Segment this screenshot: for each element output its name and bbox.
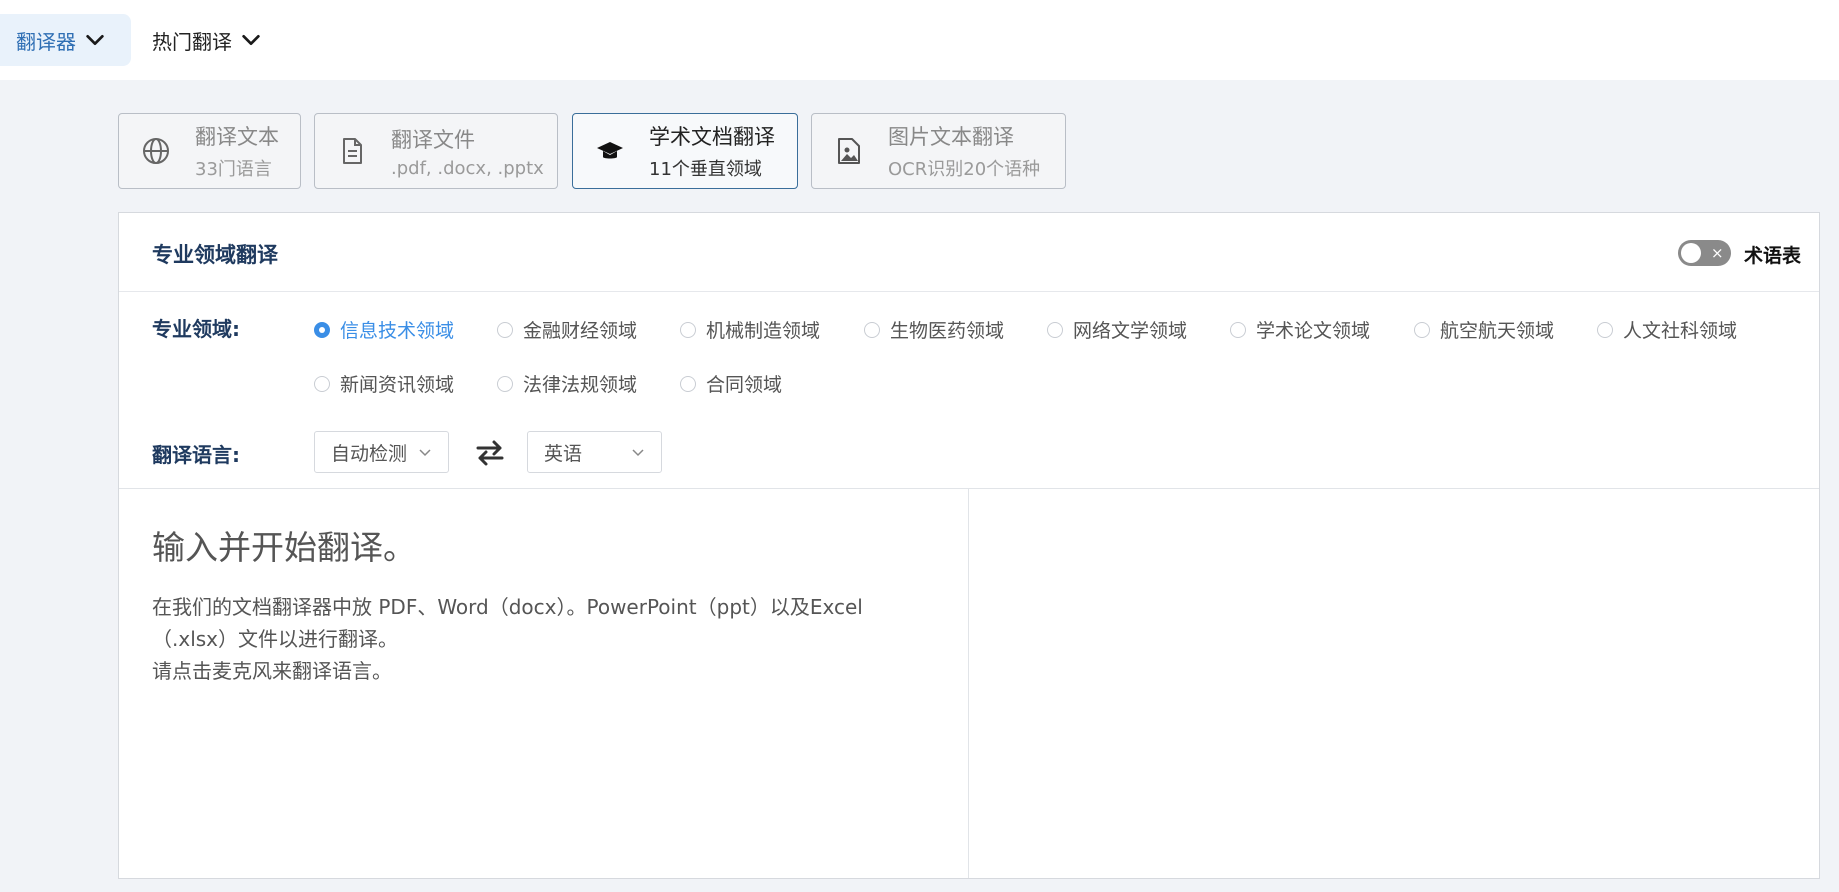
- radio-indicator: [1414, 321, 1430, 338]
- nav-translator-label: 翻译器: [16, 29, 76, 54]
- chevron-down-icon: [242, 34, 260, 46]
- radio-label: 金融财经领域: [523, 320, 638, 342]
- radio-indicator: [497, 375, 513, 392]
- nav-hot-dropdown[interactable]: 热门翻译: [152, 14, 262, 66]
- domain-radio-web-literature[interactable]: 网络文学领域: [1047, 316, 1187, 343]
- domain-radio-humanities[interactable]: 人文社科领域: [1597, 316, 1737, 343]
- tab-title: 图片文本翻译: [888, 125, 1014, 149]
- radio-indicator: [1597, 321, 1613, 338]
- radio-indicator: [1047, 321, 1063, 338]
- radio-label: 新闻资讯领域: [340, 374, 455, 396]
- panel-header: 专业领域翻译 × 术语表: [119, 213, 1819, 292]
- radio-indicator: [314, 375, 330, 392]
- target-language-select[interactable]: 英语: [527, 431, 662, 473]
- domain-radio-academic[interactable]: 学术论文领域: [1230, 316, 1370, 343]
- chevron-down-icon: [632, 449, 644, 457]
- tab-academic-doc[interactable]: 学术文档翻译 11个垂直领域: [572, 113, 798, 189]
- radio-label: 网络文学领域: [1073, 320, 1188, 342]
- radio-indicator: [680, 321, 696, 338]
- source-language-select[interactable]: 自动检测: [314, 431, 449, 473]
- radio-indicator: [1230, 321, 1246, 338]
- radio-indicator: [314, 321, 330, 338]
- source-placeholder: 输入并开始翻译。: [152, 528, 416, 567]
- radio-label: 信息技术领域: [340, 320, 455, 342]
- nav-translator-dropdown[interactable]: 翻译器: [0, 14, 131, 66]
- glossary-toggle[interactable]: ×: [1678, 240, 1731, 266]
- tab-subtitle: 33门语言: [195, 159, 272, 180]
- panel-title: 专业领域翻译: [152, 243, 278, 267]
- domain-radio-legal[interactable]: 法律法规领域: [497, 370, 637, 397]
- source-text-area[interactable]: 输入并开始翻译。 在我们的文档翻译器中放 PDF、Word（docx）。Powe…: [119, 488, 969, 878]
- chevron-down-icon: [86, 34, 104, 46]
- tab-translate-text[interactable]: 翻译文本 33门语言: [118, 113, 301, 189]
- domain-radio-news[interactable]: 新闻资讯领域: [314, 370, 454, 397]
- radio-indicator: [497, 321, 513, 338]
- chevron-down-icon: [419, 449, 431, 457]
- tab-title: 翻译文本: [195, 125, 279, 149]
- domain-radio-it[interactable]: 信息技术领域: [314, 316, 454, 343]
- radio-label: 学术论文领域: [1256, 320, 1371, 342]
- domain-radio-contract[interactable]: 合同领域: [680, 370, 782, 397]
- radio-label: 人文社科领域: [1623, 320, 1738, 342]
- document-icon: [343, 138, 362, 164]
- tab-title: 翻译文件: [391, 127, 475, 152]
- radio-label: 机械制造领域: [706, 320, 821, 342]
- swap-icon[interactable]: [474, 437, 506, 469]
- radio-label: 生物医药领域: [890, 320, 1005, 342]
- image-icon: [838, 138, 860, 164]
- radio-label: 合同领域: [706, 374, 783, 396]
- domain-translation-panel: 专业领域翻译 × 术语表 专业领域: 信息技术领域 金融财经领域 机械制造领域 …: [118, 212, 1820, 879]
- tab-translate-file[interactable]: 翻译文件 .pdf, .docx, .pptx: [314, 113, 558, 189]
- target-text-area: [969, 488, 1819, 878]
- source-hint-mic: 请点击麦克风来翻译语言。: [152, 659, 392, 683]
- glossary-label: 术语表: [1744, 245, 1802, 267]
- target-language-value: 英语: [544, 442, 583, 465]
- tab-image-text[interactable]: 图片文本翻译 OCR识别20个语种: [811, 113, 1066, 189]
- radio-label: 航空航天领域: [1440, 320, 1555, 342]
- radio-indicator: [864, 321, 880, 338]
- radio-label: 法律法规领域: [523, 374, 638, 396]
- domain-radio-biomedical[interactable]: 生物医药领域: [864, 316, 1004, 343]
- tab-title: 学术文档翻译: [649, 125, 775, 149]
- tab-subtitle: 11个垂直领域: [649, 159, 762, 180]
- tab-subtitle: OCR识别20个语种: [888, 159, 1041, 180]
- domain-radio-mechanical[interactable]: 机械制造领域: [680, 316, 820, 343]
- tab-subtitle: .pdf, .docx, .pptx: [391, 157, 544, 179]
- source-language-value: 自动检测: [331, 442, 408, 465]
- toggle-knob: [1681, 243, 1701, 263]
- close-icon: ×: [1711, 244, 1724, 262]
- language-label: 翻译语言:: [152, 443, 240, 467]
- globe-icon: [143, 138, 169, 164]
- nav-hot-label: 热门翻译: [152, 29, 232, 54]
- top-nav: 翻译器 热门翻译: [0, 0, 1839, 80]
- source-hint-text: 在我们的文档翻译器中放 PDF、Word（docx）。PowerPoint（pp…: [152, 595, 863, 651]
- radio-indicator: [680, 375, 696, 392]
- domain-radio-aerospace[interactable]: 航空航天领域: [1414, 316, 1554, 343]
- domain-radio-finance[interactable]: 金融财经领域: [497, 316, 637, 343]
- graduation-cap-icon: [597, 142, 623, 159]
- domain-label: 专业领域:: [152, 317, 240, 341]
